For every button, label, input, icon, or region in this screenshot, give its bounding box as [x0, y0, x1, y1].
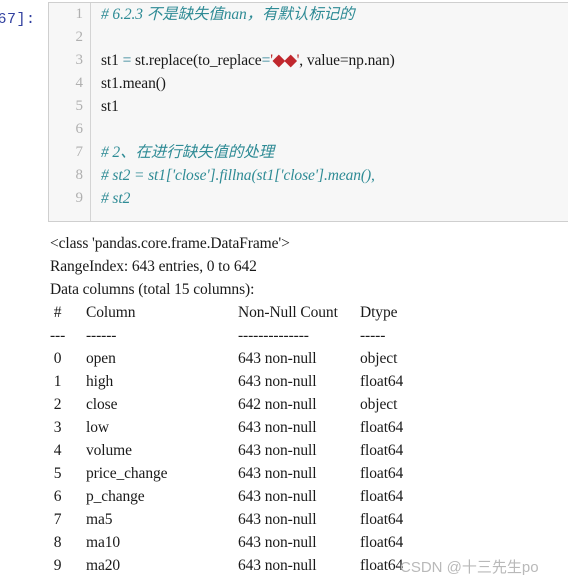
call-args-token: , value=np.nan) [299, 52, 395, 69]
comment-token: # 2、在进行缺失值的处理 [101, 144, 275, 161]
row-index: 7 [50, 511, 62, 528]
row-index: 1 [50, 373, 62, 390]
code-line-number-gutter: 1 2 3 4 5 6 7 8 9 [49, 3, 91, 221]
line-number: 3 [75, 52, 84, 68]
output-table-rule: --- ------ -------------- ----- [50, 324, 568, 347]
row-dtype: object [360, 396, 398, 413]
row-column: volume [86, 442, 132, 459]
rule-index: --- [50, 327, 66, 344]
row-nonnull-count: 643 non-null [238, 511, 317, 528]
line-number: 7 [75, 144, 84, 160]
row-nonnull-count: 643 non-null [238, 442, 317, 459]
row-dtype: float64 [360, 442, 404, 459]
table-row: 2 close 642 non-null object [50, 393, 568, 416]
line-number: 8 [75, 167, 84, 183]
row-column: open [86, 350, 116, 367]
code-line-4: st1.mean() [101, 72, 568, 95]
row-dtype: float64 [360, 465, 404, 482]
row-index: 9 [50, 557, 62, 574]
row-nonnull-count: 642 non-null [238, 396, 317, 413]
row-dtype: float64 [360, 511, 404, 528]
code-line-9: # st2 [101, 187, 568, 210]
code-editor-lines[interactable]: # 6.2.3 不是缺失值nan，有默认标记的 st1 = st.replace… [92, 3, 568, 221]
assign-operator-token: = [118, 52, 135, 69]
row-index: 0 [50, 350, 62, 367]
row-dtype: float64 [360, 419, 404, 436]
output-table-header: # Column Non-Null Count Dtype [50, 301, 568, 324]
row-index: 8 [50, 534, 62, 551]
code-line-3: st1 = st.replace(to_replace='◆◆', value=… [101, 49, 568, 72]
row-nonnull-count: 643 non-null [238, 557, 317, 574]
row-nonnull-count: 643 non-null [238, 350, 317, 367]
line-number: 4 [75, 75, 84, 91]
row-column: ma20 [86, 557, 121, 574]
row-nonnull-count: 643 non-null [238, 465, 317, 482]
row-dtype: float64 [360, 534, 404, 551]
rule-dtype: ----- [360, 327, 386, 344]
code-line-1: # 6.2.3 不是缺失值nan，有默认标记的 [101, 3, 568, 26]
row-index: 2 [50, 396, 62, 413]
row-column: price_change [86, 465, 168, 482]
table-row: 9 ma20 643 non-null float64 [50, 554, 568, 577]
cell-prompt-label: 367]: [0, 11, 36, 28]
row-index: 4 [50, 442, 62, 459]
row-dtype: object [360, 350, 398, 367]
table-row: 5 price_change 643 non-null float64 [50, 462, 568, 485]
header-index: # [50, 304, 62, 321]
table-row: 8 ma10 643 non-null float64 [50, 531, 568, 554]
row-column: close [86, 396, 118, 413]
row-column: low [86, 419, 109, 436]
code-cell[interactable]: 1 2 3 4 5 6 7 8 9 # 6.2.3 不是缺失值nan，有默认标记… [48, 2, 568, 222]
row-index: 5 [50, 465, 62, 482]
code-line-5: st1 [101, 95, 568, 118]
row-dtype: float64 [360, 373, 404, 390]
table-row: 4 volume 643 non-null float64 [50, 439, 568, 462]
kwarg-equals-token: = [261, 52, 271, 69]
comment-token: # 6.2.3 不是缺失值nan，有默认标记的 [101, 6, 355, 23]
row-nonnull-count: 643 non-null [238, 419, 317, 436]
rule-nonnull-count: -------------- [238, 327, 309, 344]
header-dtype: Dtype [360, 304, 398, 321]
row-index: 3 [50, 419, 62, 436]
output-datacolumns-line: Data columns (total 15 columns): [50, 281, 255, 298]
code-token: st1.mean() [101, 75, 166, 92]
comment-token: # st2 [101, 190, 131, 207]
row-column: ma10 [86, 534, 121, 551]
table-row: 6 p_change 643 non-null float64 [50, 485, 568, 508]
replacement-character-token: ◆◆ [272, 52, 297, 69]
rule-column: ------ [86, 327, 117, 344]
row-index: 6 [50, 488, 62, 505]
code-line-7: # 2、在进行缺失值的处理 [101, 141, 568, 164]
header-column: Column [86, 304, 136, 321]
table-row: 1 high 643 non-null float64 [50, 370, 568, 393]
table-row: 3 low 643 non-null float64 [50, 416, 568, 439]
line-number: 9 [75, 190, 84, 206]
row-nonnull-count: 643 non-null [238, 534, 317, 551]
code-line-8: # st2 = st1['close'].fillna(st1['close']… [101, 164, 568, 187]
line-number: 2 [75, 29, 84, 45]
line-number: 5 [75, 98, 84, 114]
line-number: 1 [75, 6, 84, 22]
call-token: st.replace(to_replace [135, 52, 262, 69]
cell-output-area: <class 'pandas.core.frame.DataFrame'> Ra… [50, 232, 568, 577]
line-number: 6 [75, 121, 84, 137]
variable-token: st1 [101, 52, 119, 69]
table-row: 0 open 643 non-null object [50, 347, 568, 370]
row-dtype: float64 [360, 557, 404, 574]
output-rangeindex-line: RangeIndex: 643 entries, 0 to 642 [50, 258, 257, 275]
comment-token: # st2 = st1['close'].fillna(st1['close']… [101, 167, 379, 184]
row-nonnull-count: 643 non-null [238, 488, 317, 505]
row-column: ma5 [86, 511, 113, 528]
row-nonnull-count: 643 non-null [238, 373, 317, 390]
header-nonnull-count: Non-Null Count [238, 304, 338, 321]
row-column: p_change [86, 488, 145, 505]
output-class-line: <class 'pandas.core.frame.DataFrame'> [50, 235, 290, 252]
row-column: high [86, 373, 114, 390]
row-dtype: float64 [360, 488, 404, 505]
code-token: st1 [101, 98, 119, 115]
table-row: 7 ma5 643 non-null float64 [50, 508, 568, 531]
